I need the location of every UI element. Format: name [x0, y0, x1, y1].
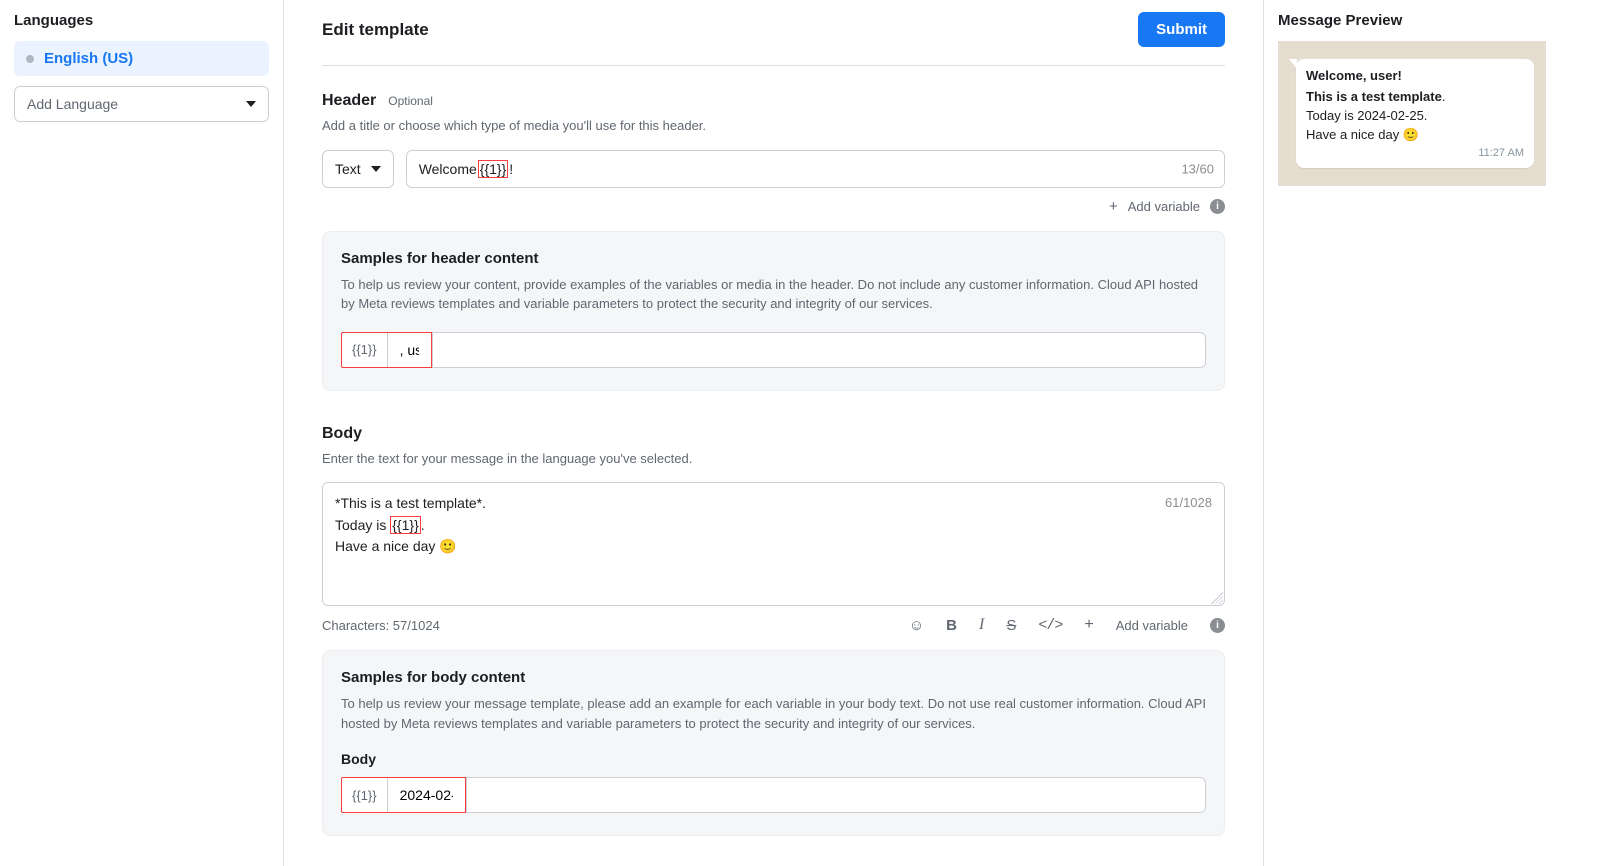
header-type-value: Text — [335, 161, 361, 177]
header-samples-title: Samples for header content — [341, 250, 1206, 267]
info-icon[interactable]: i — [1210, 618, 1225, 633]
strikethrough-icon[interactable]: S — [1006, 617, 1016, 634]
header-sample-var-label: {{1}} — [342, 333, 387, 367]
header-sample-row: {{1}} — [341, 332, 1206, 368]
header-input-suffix: ! — [509, 161, 513, 177]
edit-template-main: Edit template Submit Header Optional Add… — [284, 0, 1264, 866]
header-type-dropdown[interactable]: Text — [322, 150, 394, 188]
header-section-title: Header Optional — [322, 92, 1225, 110]
body-line-1: *This is a test template*. — [335, 493, 1212, 515]
body-sample-var-label: {{1}} — [342, 778, 387, 812]
preview-body-line-2: Today is 2024-02-25. — [1306, 107, 1524, 126]
body-textarea[interactable]: *This is a test template*. Today is {{1}… — [322, 482, 1225, 606]
header-heading: Header — [322, 92, 376, 110]
preview-message-bubble: Welcome, user! This is a test template. … — [1296, 59, 1534, 168]
add-language-label: Add Language — [27, 96, 118, 112]
resize-handle-icon[interactable] — [1211, 592, 1223, 604]
submit-button[interactable]: Submit — [1138, 12, 1225, 47]
preview-chat-background: Welcome, user! This is a test template. … — [1278, 41, 1546, 186]
language-item-english[interactable]: English (US) — [14, 41, 269, 76]
preview-timestamp: 11:27 AM — [1306, 146, 1524, 162]
body-samples-description: To help us review your message template,… — [341, 694, 1206, 733]
preview-body-line-1: This is a test template. — [1306, 88, 1524, 107]
body-toolbar: Characters: 57/1024 ☺ B I S </> + Add va… — [322, 616, 1225, 634]
header-input-variable: {{1}} — [478, 160, 509, 178]
italic-icon[interactable]: I — [979, 616, 984, 634]
emoji-icon[interactable]: ☺ — [909, 617, 924, 634]
body-add-variable-link[interactable]: Add variable — [1116, 618, 1188, 633]
info-icon[interactable]: i — [1210, 199, 1225, 214]
body-line2-suffix: . — [421, 517, 425, 533]
body-samples-title: Samples for body content — [341, 669, 1206, 686]
preview-body-bold: This is a test template — [1306, 89, 1442, 104]
message-preview-panel: Message Preview Welcome, user! This is a… — [1264, 0, 1560, 866]
body-characters-label: Characters: 57/1024 — [322, 618, 440, 633]
header-char-count: 13/60 — [1181, 161, 1214, 176]
add-language-dropdown[interactable]: Add Language — [14, 86, 269, 122]
header-description: Add a title or choose which type of medi… — [322, 116, 1225, 136]
header-sample-value-input[interactable] — [387, 333, 431, 367]
language-item-label: English (US) — [44, 50, 133, 67]
header-sample-value-extra[interactable] — [432, 332, 1206, 368]
preview-header-line: Welcome, user! — [1306, 67, 1524, 86]
languages-sidebar: Languages English (US) Add Language — [0, 0, 284, 866]
header-input-prefix: Welcome — [419, 161, 477, 177]
body-line-2: Today is {{1}}. — [335, 515, 1212, 537]
preview-body-suffix: . — [1442, 89, 1446, 104]
add-variable-link[interactable]: Add variable — [1128, 199, 1200, 214]
body-samples-subheading: Body — [341, 751, 1206, 767]
preview-body-line-3: Have a nice day 🙂 — [1306, 126, 1524, 145]
optional-badge: Optional — [388, 94, 433, 108]
body-samples-card: Samples for body content To help us revi… — [322, 650, 1225, 836]
body-section-title: Body — [322, 425, 1225, 443]
chevron-down-icon — [246, 101, 256, 107]
plus-icon: + — [1109, 198, 1118, 215]
header-samples-description: To help us review your content, provide … — [341, 275, 1206, 314]
page-title: Edit template — [322, 20, 429, 40]
bold-icon[interactable]: B — [946, 617, 957, 634]
plus-icon: + — [1084, 616, 1093, 634]
header-samples-card: Samples for header content To help us re… — [322, 231, 1225, 391]
preview-title: Message Preview — [1278, 12, 1546, 29]
header-text-input[interactable]: Welcome{{1}}! 13/60 — [406, 150, 1225, 188]
topbar: Edit template Submit — [322, 12, 1225, 66]
code-icon[interactable]: </> — [1038, 617, 1062, 634]
body-sample-row: {{1}} — [341, 777, 1206, 813]
body-line2-prefix: Today is — [335, 517, 390, 533]
body-char-count-top: 61/1028 — [1165, 493, 1212, 513]
body-sample-value-input[interactable] — [387, 778, 465, 812]
chevron-down-icon — [371, 166, 381, 172]
body-line2-variable: {{1}} — [390, 516, 421, 534]
body-line-3: Have a nice day 🙂 — [335, 536, 1212, 558]
body-sample-value-extra[interactable] — [466, 777, 1206, 813]
languages-heading: Languages — [14, 12, 269, 29]
body-description: Enter the text for your message in the l… — [322, 449, 1225, 469]
status-dot-icon — [26, 55, 34, 63]
body-heading: Body — [322, 425, 362, 443]
